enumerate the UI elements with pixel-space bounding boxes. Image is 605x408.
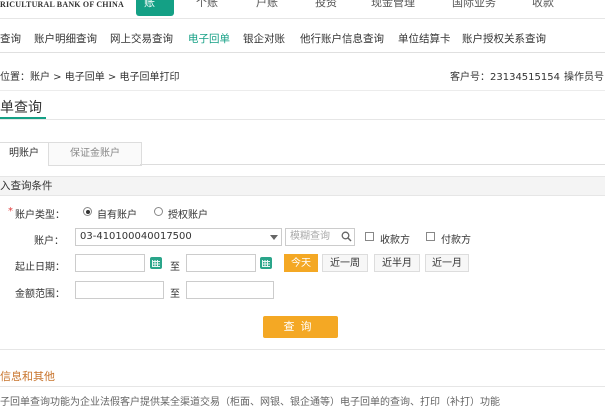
radio-own-account-label: 自有账户 xyxy=(97,210,137,221)
last-week-button[interactable]: 近一周 xyxy=(322,254,368,272)
subnav-item-auth-relation[interactable]: 账户授权关系查询 xyxy=(462,31,546,46)
section-header-bar xyxy=(0,176,605,196)
info-section-divider xyxy=(0,386,605,387)
end-date-input[interactable] xyxy=(186,254,256,272)
info-description: 子回单查询功能为企业法假客户提供某全渠道交易（柜面、网银、银企通等）电子回单的查… xyxy=(0,397,500,408)
start-date-input[interactable] xyxy=(75,254,145,272)
account-label: 账户： xyxy=(34,236,64,247)
topnav-item-7[interactable]: 收款 xyxy=(532,0,554,10)
topnav-item-5[interactable]: 现金管理 xyxy=(371,0,415,10)
subnav-item-query[interactable]: 查询 xyxy=(0,31,21,46)
bottom-divider xyxy=(0,349,605,350)
account-select[interactable]: 03-410100040017500 xyxy=(75,228,282,246)
search-icon[interactable] xyxy=(341,231,352,242)
tab-own-account[interactable]: 明账户 xyxy=(0,142,49,166)
subnav-item-online-trade[interactable]: 网上交易查询 xyxy=(110,31,173,46)
date-to-label: 至 xyxy=(170,262,180,273)
amount-range-label: 金额范围： xyxy=(15,289,65,300)
payee-checkbox[interactable] xyxy=(365,232,374,241)
topnav-active-label: 账 xyxy=(144,0,155,9)
subnav-item-other-bank[interactable]: 他行账户信息查询 xyxy=(300,31,384,46)
bank-name: RICULTURAL BANK OF CHINA xyxy=(0,0,125,9)
last-half-month-button[interactable]: 近半月 xyxy=(374,254,420,272)
page-title: 单查询 xyxy=(0,100,42,116)
account-type-label: 账户类型： xyxy=(15,210,65,221)
radio-authorized-account[interactable] xyxy=(154,207,163,216)
last-month-button[interactable]: 近一月 xyxy=(425,254,469,272)
topnav-item-4[interactable]: 投资 xyxy=(315,0,337,10)
breadcrumb-bar: 位置：账户 > 电子回单 > 电子回单打印 客户号：23134515154 操作… xyxy=(0,58,605,91)
info-section-title: 信息和其他 xyxy=(0,370,55,383)
required-marker: * xyxy=(8,206,13,217)
amount-to-label: 至 xyxy=(170,289,180,300)
breadcrumb: 位置：账户 > 电子回单 > 电子回单打印 xyxy=(0,72,180,83)
chevron-down-icon[interactable] xyxy=(270,235,278,240)
topnav-item-6[interactable]: 国际业务 xyxy=(452,0,496,10)
topnav-item-active[interactable]: 账 xyxy=(136,0,174,16)
subnav-item-bank-reconcile[interactable]: 银企对账 xyxy=(243,31,285,46)
operator-number: 操作员号 xyxy=(564,72,604,83)
customer-number: 客户号：23134515154 xyxy=(450,72,560,83)
topnav-item-3[interactable]: 户账 xyxy=(256,0,278,10)
date-range-label: 起止日期： xyxy=(15,262,65,273)
topnav-item-2[interactable]: 个账 xyxy=(196,0,218,10)
title-divider xyxy=(0,119,605,120)
amount-max-input[interactable] xyxy=(186,281,274,299)
sub-navigation: 查询 账户明细查询 网上交易查询 电子回单 银企对账 他行账户信息查询 单位结算… xyxy=(0,20,605,53)
tab-deposit-account[interactable]: 保证金账户 xyxy=(48,142,142,166)
radio-own-account[interactable] xyxy=(83,207,92,216)
payee-label: 收款方 xyxy=(380,235,410,246)
payer-checkbox[interactable] xyxy=(426,232,435,241)
amount-min-input[interactable] xyxy=(75,281,164,299)
subnav-item-settle-card[interactable]: 单位结算卡 xyxy=(398,31,451,46)
section-title: 入查询条件 xyxy=(0,180,53,192)
calendar-icon[interactable] xyxy=(260,257,272,269)
tab-divider xyxy=(140,164,605,165)
subnav-item-e-receipt[interactable]: 电子回单 xyxy=(188,31,230,46)
today-button[interactable]: 今天 xyxy=(284,254,318,272)
radio-authorized-account-label: 授权账户 xyxy=(168,210,208,221)
calendar-icon[interactable] xyxy=(150,257,162,269)
payer-label: 付款方 xyxy=(441,235,471,246)
query-button[interactable]: 查询 xyxy=(263,316,338,338)
subnav-item-account-detail[interactable]: 账户明细查询 xyxy=(34,31,97,46)
